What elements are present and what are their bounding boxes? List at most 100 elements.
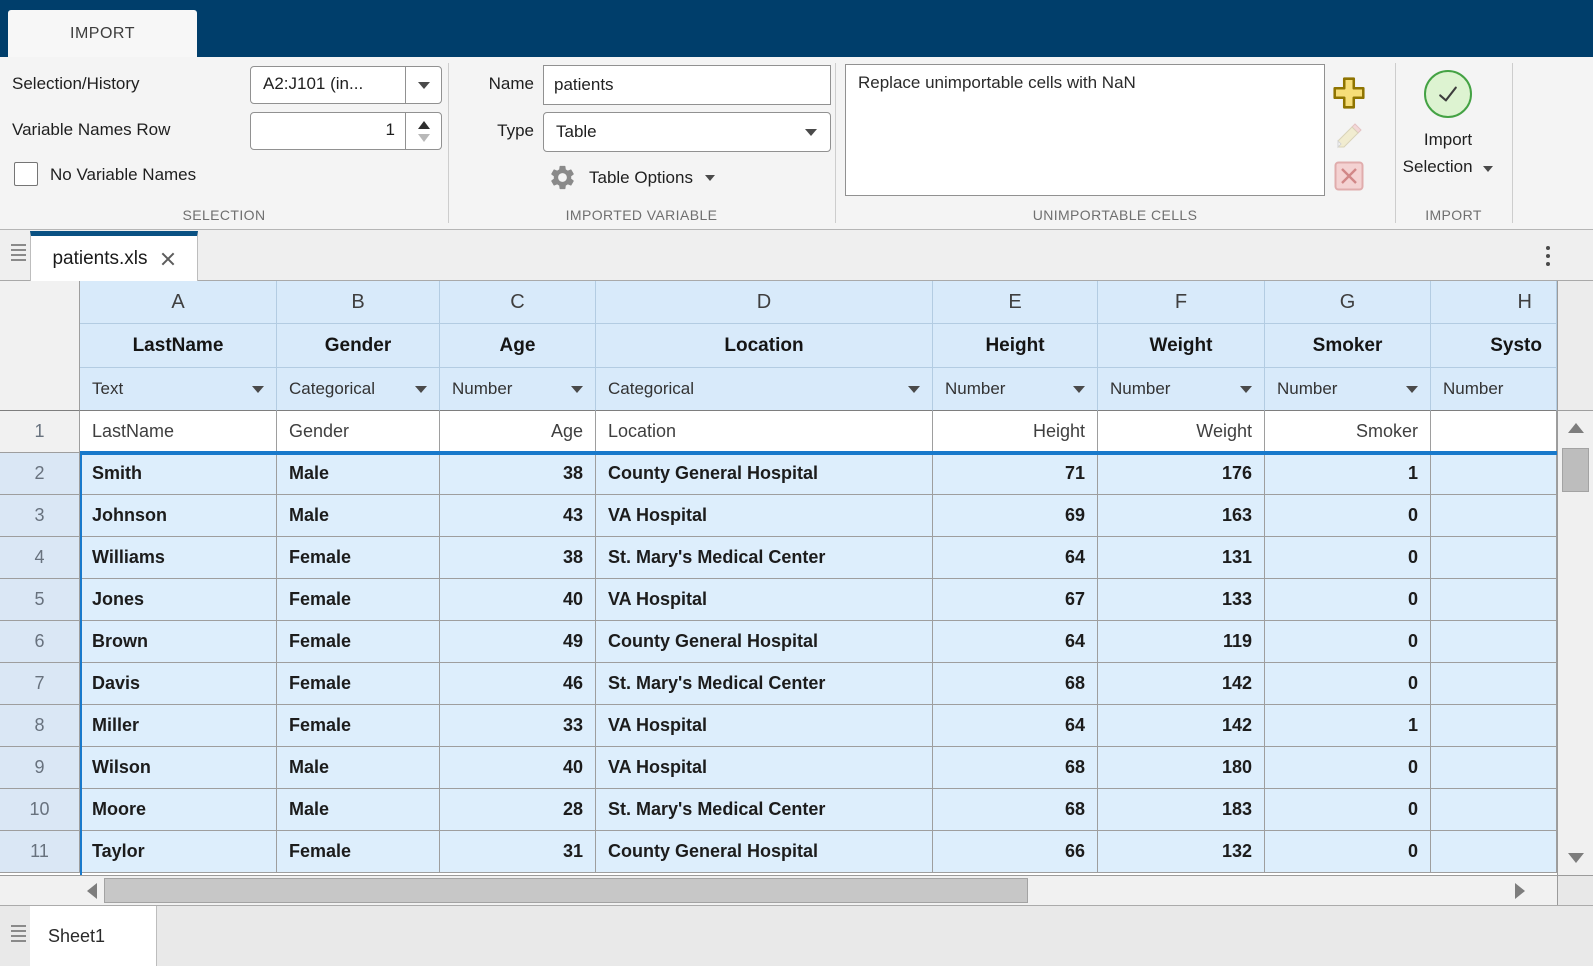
cell-A1[interactable]: LastName <box>80 411 277 453</box>
row-number-4[interactable]: 4 <box>0 537 80 579</box>
cell-H7[interactable] <box>1431 663 1557 705</box>
column-type-dropdown-C[interactable]: Number <box>440 368 596 411</box>
column-name-F[interactable]: Weight <box>1098 324 1265 368</box>
column-type-dropdown-A[interactable]: Text <box>80 368 277 411</box>
row-number-11[interactable]: 11 <box>0 831 80 873</box>
column-type-dropdown-B[interactable]: Categorical <box>277 368 440 411</box>
import-selection-button[interactable]: Import Selection <box>1398 70 1498 180</box>
cell-C4[interactable]: 38 <box>440 537 596 579</box>
cell-B6[interactable]: Female <box>277 621 440 663</box>
cell-G5[interactable]: 0 <box>1265 579 1431 621</box>
cell-B1[interactable]: Gender <box>277 411 440 453</box>
cell-A8[interactable]: Miller <box>80 705 277 747</box>
cell-C10[interactable]: 28 <box>440 789 596 831</box>
cell-F7[interactable]: 142 <box>1098 663 1265 705</box>
cell-H2[interactable] <box>1431 453 1557 495</box>
cell-H8[interactable] <box>1431 705 1557 747</box>
cell-A7[interactable]: Davis <box>80 663 277 705</box>
cell-G6[interactable]: 0 <box>1265 621 1431 663</box>
add-rule-button[interactable] <box>1331 75 1367 111</box>
edit-rule-button[interactable] <box>1333 120 1365 152</box>
column-name-A[interactable]: LastName <box>80 324 277 368</box>
scroll-up-button[interactable] <box>1558 413 1593 443</box>
column-letter-C[interactable]: C <box>440 281 596 324</box>
cell-G1[interactable]: Smoker <box>1265 411 1431 453</box>
cell-B2[interactable]: Male <box>277 453 440 495</box>
row-number-7[interactable]: 7 <box>0 663 80 705</box>
cell-D2[interactable]: County General Hospital <box>596 453 933 495</box>
variable-name-input[interactable] <box>543 65 831 105</box>
cell-H4[interactable] <box>1431 537 1557 579</box>
variable-names-row-spinner[interactable]: 1 <box>250 112 442 150</box>
cell-C8[interactable]: 33 <box>440 705 596 747</box>
cell-F9[interactable]: 180 <box>1098 747 1265 789</box>
cell-C9[interactable]: 40 <box>440 747 596 789</box>
cell-H11[interactable] <box>1431 831 1557 873</box>
column-name-B[interactable]: Gender <box>277 324 440 368</box>
cell-G7[interactable]: 0 <box>1265 663 1431 705</box>
column-type-dropdown-G[interactable]: Number <box>1265 368 1431 411</box>
column-letter-E[interactable]: E <box>933 281 1098 324</box>
cell-E9[interactable]: 68 <box>933 747 1098 789</box>
cell-G9[interactable]: 0 <box>1265 747 1431 789</box>
column-letter-F[interactable]: F <box>1098 281 1265 324</box>
ribbon-tab-import[interactable]: IMPORT <box>8 10 197 57</box>
selection-history-dropdown-button[interactable] <box>405 67 441 103</box>
cell-E4[interactable]: 64 <box>933 537 1098 579</box>
spinner-up-icon[interactable] <box>418 121 430 129</box>
cell-B11[interactable]: Female <box>277 831 440 873</box>
cell-E6[interactable]: 64 <box>933 621 1098 663</box>
row-number-6[interactable]: 6 <box>0 621 80 663</box>
cell-B9[interactable]: Male <box>277 747 440 789</box>
cell-H10[interactable] <box>1431 789 1557 831</box>
cell-F6[interactable]: 119 <box>1098 621 1265 663</box>
cell-B3[interactable]: Male <box>277 495 440 537</box>
row-number-9[interactable]: 9 <box>0 747 80 789</box>
close-icon[interactable] <box>160 251 176 267</box>
cell-F10[interactable]: 183 <box>1098 789 1265 831</box>
cell-C3[interactable]: 43 <box>440 495 596 537</box>
cell-E10[interactable]: 68 <box>933 789 1098 831</box>
spinner-down-icon[interactable] <box>418 134 430 142</box>
cell-A11[interactable]: Taylor <box>80 831 277 873</box>
cell-B4[interactable]: Female <box>277 537 440 579</box>
cell-A10[interactable]: Moore <box>80 789 277 831</box>
cell-G4[interactable]: 0 <box>1265 537 1431 579</box>
cell-D8[interactable]: VA Hospital <box>596 705 933 747</box>
cell-G11[interactable]: 0 <box>1265 831 1431 873</box>
scroll-down-button[interactable] <box>1558 843 1593 873</box>
cell-H1[interactable] <box>1431 411 1557 453</box>
cell-A6[interactable]: Brown <box>80 621 277 663</box>
cell-D10[interactable]: St. Mary's Medical Center <box>596 789 933 831</box>
cell-E1[interactable]: Height <box>933 411 1098 453</box>
cell-C5[interactable]: 40 <box>440 579 596 621</box>
row-number-3[interactable]: 3 <box>0 495 80 537</box>
sheet-list-handle-icon[interactable] <box>11 925 26 942</box>
cell-A9[interactable]: Wilson <box>80 747 277 789</box>
cell-H5[interactable] <box>1431 579 1557 621</box>
cell-E2[interactable]: 71 <box>933 453 1098 495</box>
cell-E8[interactable]: 64 <box>933 705 1098 747</box>
column-name-H[interactable]: Systo <box>1431 324 1557 368</box>
tab-actions-menu-icon[interactable] <box>1546 246 1550 266</box>
horizontal-scrollbar-thumb[interactable] <box>104 878 1028 903</box>
cell-E5[interactable]: 67 <box>933 579 1098 621</box>
column-type-dropdown-F[interactable]: Number <box>1098 368 1265 411</box>
cell-H9[interactable] <box>1431 747 1557 789</box>
column-letter-B[interactable]: B <box>277 281 440 324</box>
vertical-scrollbar-thumb[interactable] <box>1562 448 1589 492</box>
cell-C6[interactable]: 49 <box>440 621 596 663</box>
variable-type-dropdown[interactable]: Table <box>543 112 831 152</box>
cell-C1[interactable]: Age <box>440 411 596 453</box>
column-name-G[interactable]: Smoker <box>1265 324 1431 368</box>
column-letter-H[interactable]: H <box>1431 281 1557 324</box>
cell-D11[interactable]: County General Hospital <box>596 831 933 873</box>
cell-G2[interactable]: 1 <box>1265 453 1431 495</box>
row-number-2[interactable]: 2 <box>0 453 80 495</box>
row-number-1[interactable]: 1 <box>0 411 80 453</box>
cell-H6[interactable] <box>1431 621 1557 663</box>
cell-A4[interactable]: Williams <box>80 537 277 579</box>
cell-B10[interactable]: Male <box>277 789 440 831</box>
column-type-dropdown-E[interactable]: Number <box>933 368 1098 411</box>
cell-D6[interactable]: County General Hospital <box>596 621 933 663</box>
